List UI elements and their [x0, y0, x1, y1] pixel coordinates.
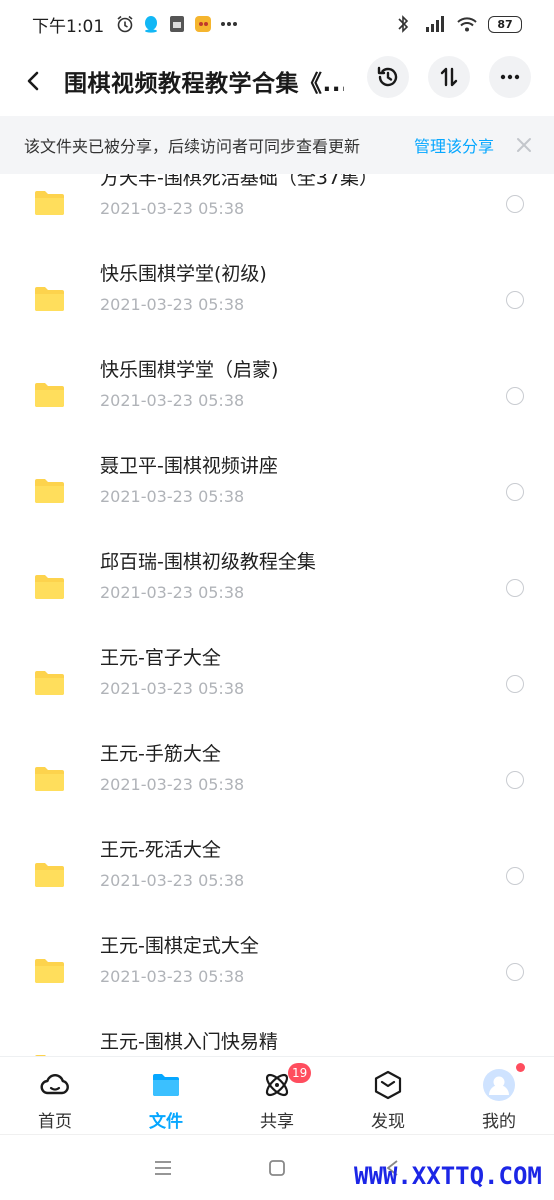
cloud-icon — [40, 1074, 69, 1095]
folder-icon — [35, 767, 64, 791]
avatar-icon — [483, 1069, 515, 1101]
nav-label: 文件 — [149, 1112, 183, 1132]
notification-dot — [516, 1063, 525, 1072]
file-name: 聂卫平-围棋视频讲座 — [100, 455, 278, 477]
history-icon — [377, 66, 398, 87]
share-banner: 该文件夹已被分享，后续访问者可同步查看更新 管理该分享 — [0, 116, 554, 174]
share-banner-text: 该文件夹已被分享，后续访问者可同步查看更新 — [24, 137, 361, 156]
file-name: 快乐围棋学堂(初级) — [100, 263, 267, 285]
status-time: 下午1:01 — [32, 16, 105, 37]
file-date: 2021-03-23 05:38 — [100, 487, 245, 506]
menu-icon[interactable] — [152, 1157, 174, 1179]
alarm-icon — [114, 13, 136, 35]
list-item[interactable]: 王元-官子大全 2021-03-23 05:38 — [0, 631, 554, 727]
file-date: 2021-03-23 05:38 — [100, 391, 245, 410]
folder-icon — [35, 191, 64, 215]
sort-button[interactable] — [428, 56, 470, 98]
more-button[interactable] — [489, 56, 531, 98]
close-banner-icon[interactable] — [514, 135, 534, 155]
nav-label: 我的 — [482, 1112, 516, 1132]
file-name: 快乐围棋学堂（启蒙) — [100, 359, 279, 381]
nav-me[interactable]: 我的 — [444, 1057, 554, 1135]
nav-label: 首页 — [38, 1112, 72, 1132]
folder-icon — [35, 383, 64, 407]
select-radio[interactable] — [506, 963, 524, 981]
nav-files[interactable]: 文件 — [111, 1057, 221, 1135]
back-button[interactable] — [4, 51, 64, 111]
home-square-icon[interactable] — [266, 1157, 288, 1179]
nav-discover[interactable]: 发现 — [333, 1057, 443, 1135]
history-button[interactable] — [367, 56, 409, 98]
nav-label: 发现 — [371, 1112, 405, 1132]
nav-home[interactable]: 首页 — [0, 1057, 110, 1135]
select-radio[interactable] — [506, 483, 524, 501]
sort-icon — [440, 67, 458, 87]
back-arrow-icon — [27, 71, 39, 91]
page-title: 围棋视频教程教学合集《... — [64, 71, 344, 97]
file-name: 王元-死活大全 — [100, 839, 221, 861]
list-item[interactable]: 快乐围棋学堂(初级) 2021-03-23 05:38 — [0, 247, 554, 343]
file-date: 2021-03-23 05:38 — [100, 583, 245, 602]
file-date: 2021-03-23 05:38 — [100, 967, 245, 986]
list-item[interactable]: 邱百瑞-围棋初级教程全集 2021-03-23 05:38 — [0, 535, 554, 631]
select-radio[interactable] — [506, 579, 524, 597]
list-item[interactable]: 王元-围棋入门快易精 — [0, 1015, 554, 1056]
select-radio[interactable] — [506, 675, 524, 693]
file-name: 王元-手筋大全 — [100, 743, 221, 765]
nav-share[interactable]: 19 共享 — [222, 1057, 332, 1135]
box-icon — [374, 1070, 402, 1100]
battery-icon: 87 — [488, 15, 522, 33]
list-item[interactable]: 王元-死活大全 2021-03-23 05:38 — [0, 823, 554, 919]
file-name: 王元-围棋定式大全 — [100, 935, 259, 957]
manage-share-link[interactable]: 管理该分享 — [414, 133, 494, 157]
folder-icon — [35, 959, 64, 983]
nav-label: 共享 — [260, 1112, 294, 1132]
list-item[interactable]: 王元-围棋定式大全 2021-03-23 05:38 — [0, 919, 554, 1015]
bluetooth-icon — [392, 13, 414, 35]
more-icon — [500, 74, 520, 80]
folder-icon — [153, 1074, 179, 1096]
folder-icon — [35, 479, 64, 503]
status-bar: 下午1:01 87 — [0, 0, 554, 48]
folder-icon — [35, 287, 64, 311]
signal-icon — [424, 13, 446, 35]
watermark: WWW.XXTTQ.COM — [354, 1162, 542, 1190]
list-item[interactable]: 方天丰-围棋死活基础（全37集） 2021-03-23 05:38 — [0, 174, 554, 247]
file-date: 2021-03-23 05:38 — [100, 775, 245, 794]
folder-icon — [35, 863, 64, 887]
file-date: 2021-03-23 05:38 — [100, 199, 245, 218]
file-date: 2021-03-23 05:38 — [100, 871, 245, 890]
select-radio[interactable] — [506, 771, 524, 789]
file-date: 2021-03-23 05:38 — [100, 295, 245, 314]
folder-icon — [35, 575, 64, 599]
select-radio[interactable] — [506, 387, 524, 405]
qq-icon — [140, 13, 162, 35]
file-name: 邱百瑞-围棋初级教程全集 — [100, 551, 316, 573]
header: 围棋视频教程教学合集《... — [0, 48, 554, 114]
app-icon — [166, 13, 188, 35]
file-name: 方天丰-围棋死活基础（全37集） — [100, 174, 379, 189]
notification-badge: 19 — [288, 1063, 312, 1083]
file-list: 方天丰-围棋死活基础（全37集） 2021-03-23 05:38 快乐围棋学堂… — [0, 174, 554, 1056]
list-item[interactable]: 快乐围棋学堂（启蒙) 2021-03-23 05:38 — [0, 343, 554, 439]
app2-icon — [192, 13, 214, 35]
wifi-icon — [456, 13, 478, 35]
file-date: 2021-03-23 05:38 — [100, 679, 245, 698]
select-radio[interactable] — [506, 867, 524, 885]
list-item[interactable]: 聂卫平-围棋视频讲座 2021-03-23 05:38 — [0, 439, 554, 535]
select-radio[interactable] — [506, 195, 524, 213]
file-name: 王元-官子大全 — [100, 647, 221, 669]
select-radio[interactable] — [506, 291, 524, 309]
file-name: 王元-围棋入门快易精 — [100, 1031, 278, 1053]
folder-icon — [35, 671, 64, 695]
list-item[interactable]: 王元-手筋大全 2021-03-23 05:38 — [0, 727, 554, 823]
bottom-nav: 首页 文件 19 共享 发现 我的 — [0, 1056, 554, 1134]
more-dots-icon — [218, 13, 240, 35]
